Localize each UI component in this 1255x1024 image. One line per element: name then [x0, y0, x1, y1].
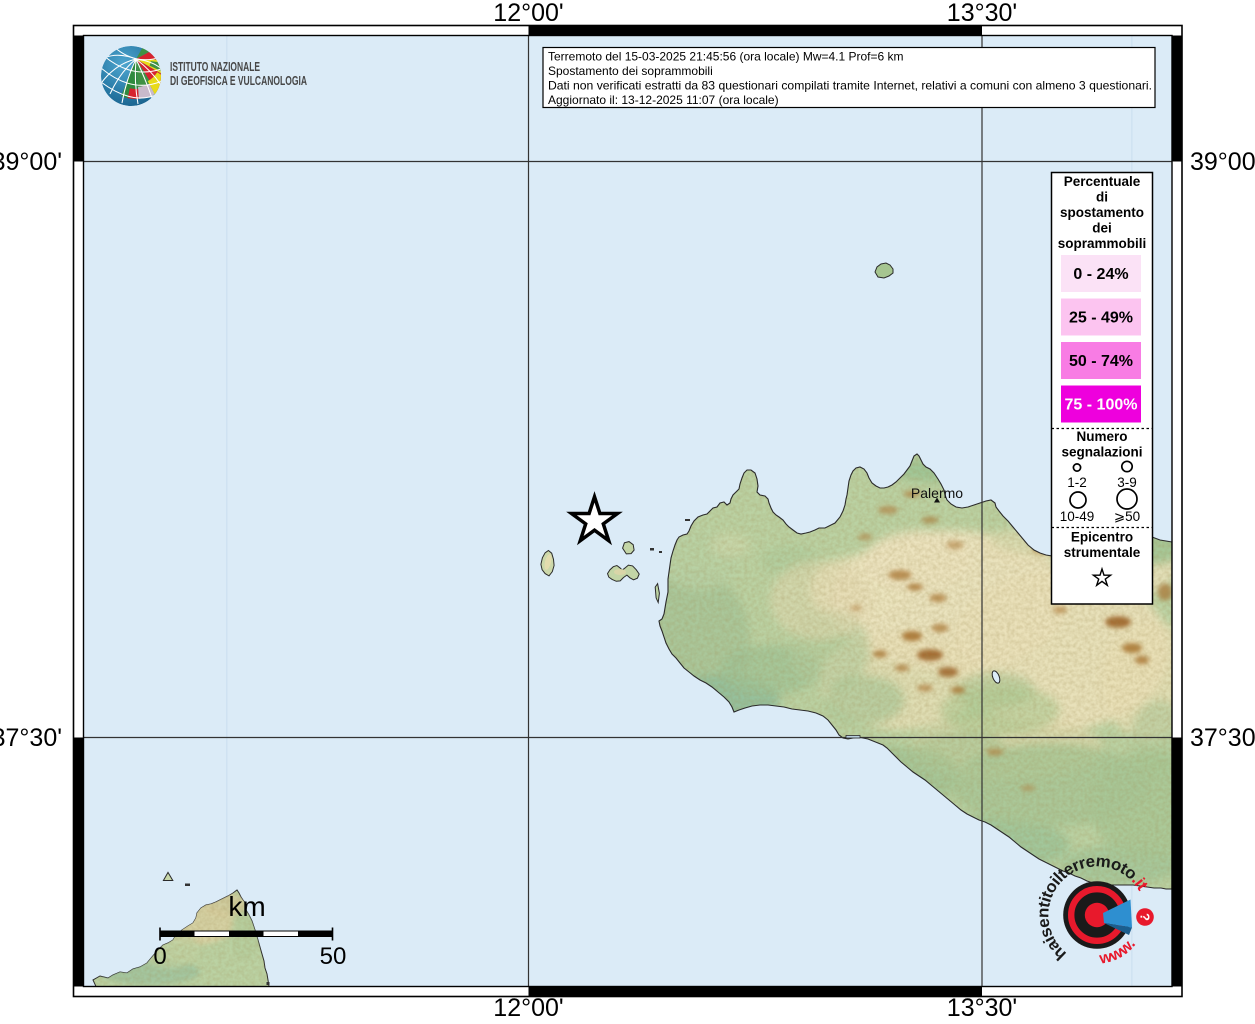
svg-text:dei: dei	[1092, 221, 1112, 236]
svg-text:soprammobili: soprammobili	[1058, 236, 1147, 251]
svg-text:ISTITUTO NAZIONALE: ISTITUTO NAZIONALE	[170, 60, 260, 74]
svg-text:?: ?	[1138, 913, 1153, 921]
svg-text:37°30': 37°30'	[0, 724, 62, 752]
svg-text:39°00': 39°00'	[0, 148, 62, 176]
svg-text:13°30': 13°30'	[947, 994, 1017, 1022]
svg-text:strumentale: strumentale	[1064, 545, 1141, 560]
svg-text:Percentuale: Percentuale	[1064, 174, 1141, 189]
svg-text:di: di	[1096, 190, 1108, 205]
svg-text:39°00': 39°00'	[1190, 148, 1255, 176]
svg-text:10-49: 10-49	[1060, 509, 1095, 524]
svg-text:0 - 24%: 0 - 24%	[1073, 266, 1128, 283]
svg-text:km: km	[228, 891, 265, 922]
svg-text:Epicentro: Epicentro	[1071, 530, 1133, 545]
svg-text:⩾50: ⩾50	[1114, 509, 1140, 524]
svg-text:37°30': 37°30'	[1190, 724, 1255, 752]
svg-text:75 - 100%: 75 - 100%	[1065, 397, 1138, 414]
svg-text:12°00': 12°00'	[493, 994, 563, 1022]
svg-text:DI GEOFISICA E VULCANOLOGIA: DI GEOFISICA E VULCANOLOGIA	[170, 74, 307, 88]
svg-text:Terremoto del 15-03-2025 21:45: Terremoto del 15-03-2025 21:45:56 (ora l…	[548, 50, 904, 64]
svg-text:Aggiornato il: 13-12-2025 11:0: Aggiornato il: 13-12-2025 11:07 (ora loc…	[548, 93, 779, 107]
svg-text:13°30': 13°30'	[947, 0, 1017, 27]
svg-text:3-9: 3-9	[1117, 475, 1137, 490]
svg-text:50 - 74%: 50 - 74%	[1069, 353, 1133, 370]
svg-text:Spostamento dei soprammobili: Spostamento dei soprammobili	[548, 64, 713, 78]
svg-text:1-2: 1-2	[1067, 475, 1087, 490]
svg-text:segnalazioni: segnalazioni	[1061, 445, 1142, 460]
svg-text:Dati non verificati estratti d: Dati non verificati estratti da 83 quest…	[548, 79, 1152, 93]
svg-text:Numero: Numero	[1076, 429, 1127, 444]
svg-text:spostamento: spostamento	[1060, 205, 1144, 220]
svg-text:50: 50	[320, 943, 347, 970]
svg-text:0: 0	[153, 943, 166, 970]
svg-text:25 - 49%: 25 - 49%	[1069, 310, 1133, 327]
svg-text:12°00': 12°00'	[493, 0, 563, 27]
